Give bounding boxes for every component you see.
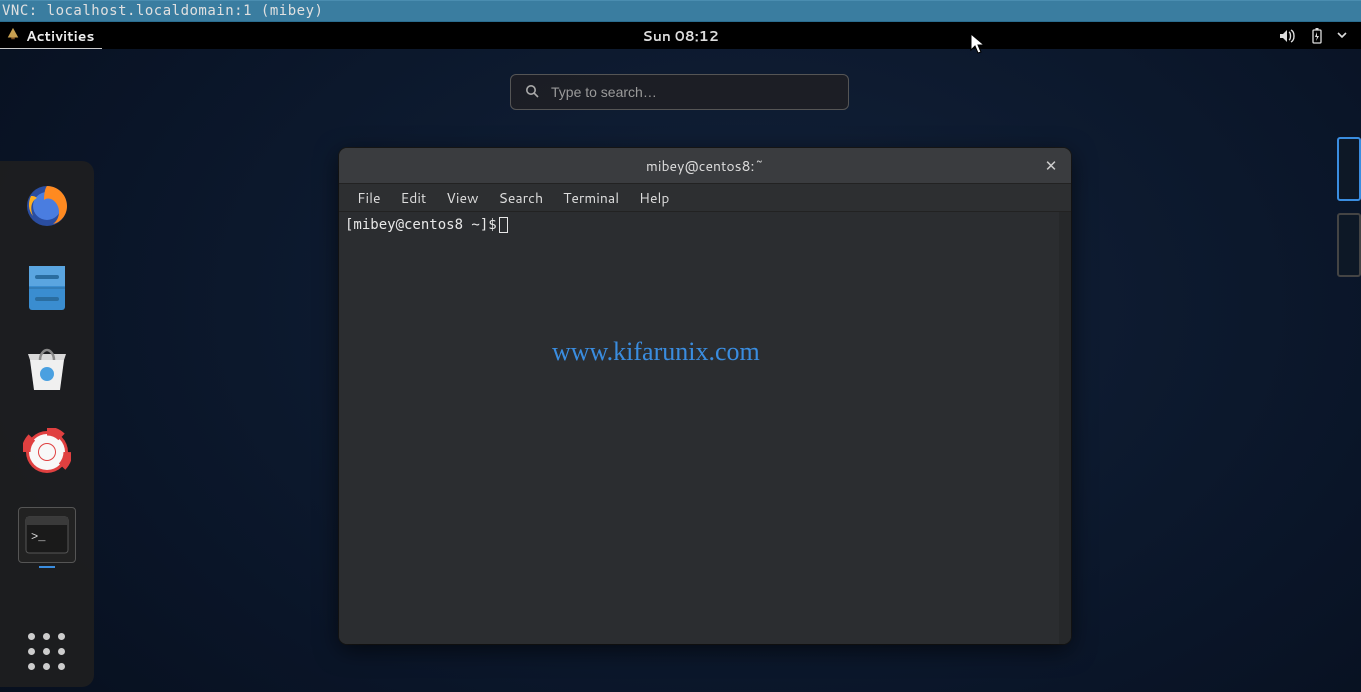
workspace-panel — [1337, 137, 1361, 277]
close-icon: ✕ — [1045, 155, 1058, 176]
vnc-title: VNC: localhost.localdomain:1 (mibey) — [0, 3, 323, 19]
clock[interactable]: Sun 08:12 — [642, 26, 718, 46]
menu-search[interactable]: Search — [489, 186, 554, 210]
terminal-body[interactable]: [mibey@centos8 ~]$ — [339, 212, 1071, 644]
menu-terminal[interactable]: Terminal — [553, 186, 629, 210]
svg-text:>_: >_ — [31, 530, 46, 544]
power-icon — [1311, 28, 1323, 44]
dock: >_ — [0, 161, 94, 687]
system-tray[interactable] — [1279, 28, 1361, 44]
search-box[interactable] — [510, 74, 849, 110]
dock-show-apps[interactable] — [26, 633, 68, 671]
workspace-1[interactable] — [1337, 137, 1361, 201]
dock-item-files[interactable] — [20, 261, 74, 315]
activities-button[interactable]: Activities — [0, 23, 102, 50]
desktop: >_ mibey@centos8:~ ✕ File Edit View Sear… — [0, 49, 1361, 692]
search-icon — [525, 81, 539, 104]
dock-item-terminal[interactable]: >_ — [18, 507, 76, 563]
terminal-window: mibey@centos8:~ ✕ File Edit View Search … — [339, 148, 1071, 644]
chevron-down-icon — [1337, 32, 1347, 40]
volume-icon — [1279, 29, 1297, 43]
menubar: File Edit View Search Terminal Help — [339, 184, 1071, 212]
terminal-prompt: [mibey@centos8 ~]$ — [345, 217, 497, 233]
menu-file[interactable]: File — [347, 186, 391, 210]
gnome-top-bar: Activities Sun 08:12 — [0, 22, 1361, 49]
menu-help[interactable]: Help — [629, 186, 679, 210]
vnc-title-bar: VNC: localhost.localdomain:1 (mibey) — [0, 0, 1361, 22]
menu-edit[interactable]: Edit — [391, 186, 437, 210]
activities-icon — [6, 26, 20, 46]
menu-view[interactable]: View — [436, 186, 488, 210]
dock-item-firefox[interactable] — [20, 179, 74, 233]
terminal-cursor — [499, 217, 508, 233]
activities-label: Activities — [26, 26, 94, 46]
window-titlebar[interactable]: mibey@centos8:~ ✕ — [339, 148, 1071, 184]
terminal-content[interactable]: [mibey@centos8 ~]$ — [339, 212, 1059, 644]
dock-item-software[interactable] — [20, 343, 74, 397]
terminal-scrollbar[interactable] — [1059, 212, 1071, 644]
dock-item-help[interactable] — [20, 425, 74, 479]
search-input[interactable] — [551, 84, 834, 100]
window-title: mibey@centos8:~ — [646, 156, 764, 176]
close-button[interactable]: ✕ — [1039, 154, 1063, 178]
workspace-2[interactable] — [1337, 213, 1361, 277]
